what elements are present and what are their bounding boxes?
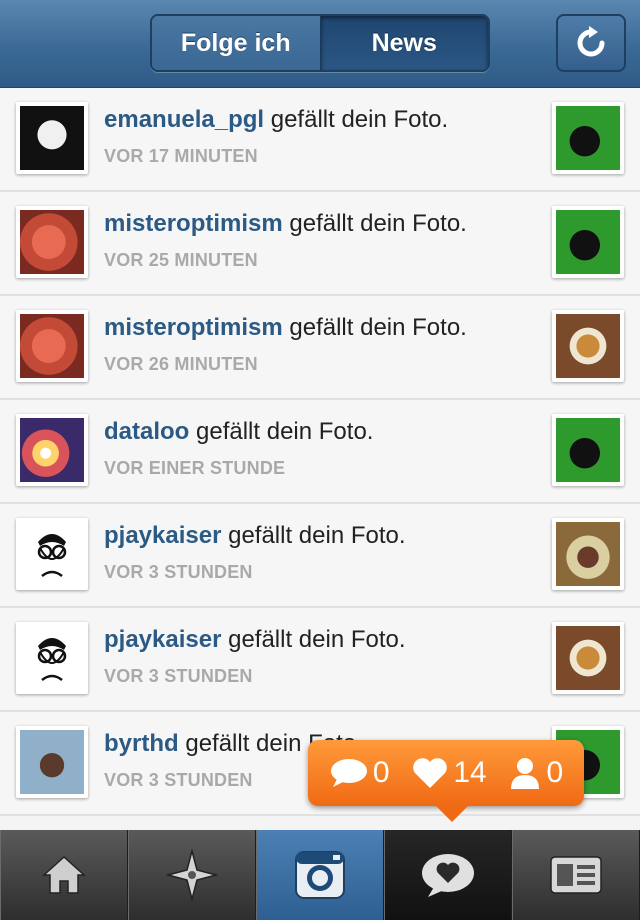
activity-feed: emanuela_pgl gefällt dein Foto. VOR 17 M… (0, 88, 640, 816)
comment-count: 0 (329, 756, 390, 790)
avatar[interactable] (16, 518, 88, 590)
follower-count: 0 (508, 756, 563, 790)
tab-news[interactable] (384, 830, 512, 920)
activity-text: dataloo gefällt dein Foto. (104, 418, 374, 445)
timestamp: VOR 3 STUNDEN (104, 666, 253, 686)
list-item[interactable]: emanuela_pgl gefällt dein Foto. VOR 17 M… (0, 88, 640, 192)
pjk-logo-avatar (20, 522, 84, 586)
avatar[interactable] (16, 102, 88, 174)
profile-card-icon (550, 856, 602, 894)
refresh-icon (577, 26, 605, 57)
like-count: 14 (411, 756, 487, 790)
list-item[interactable]: dataloo gefällt dein Foto. VOR EINER STU… (0, 400, 640, 504)
username-link[interactable]: pjaykaiser (104, 522, 221, 549)
avatar[interactable] (16, 622, 88, 694)
timestamp: VOR 17 MINUTEN (104, 146, 258, 166)
list-item[interactable]: misteroptimism gefällt dein Foto. VOR 25… (0, 192, 640, 296)
activity-text: pjaykaiser gefällt dein Foto. (104, 522, 406, 549)
avatar[interactable] (16, 310, 88, 382)
pjk-logo-avatar (20, 626, 84, 690)
photo-thumbnail[interactable] (552, 310, 624, 382)
bottom-tab-bar (0, 830, 640, 920)
avatar[interactable] (16, 726, 88, 798)
activity-text: emanuela_pgl gefällt dein Foto. (104, 106, 449, 133)
avatar[interactable] (16, 414, 88, 486)
tab-news[interactable]: News (319, 16, 488, 70)
tab-home[interactable] (0, 830, 128, 920)
timestamp: VOR 3 STUNDEN (104, 562, 253, 582)
timestamp: VOR 25 MINUTEN (104, 250, 258, 270)
timestamp: VOR 26 MINUTEN (104, 354, 258, 374)
list-item[interactable]: misteroptimism gefällt dein Foto. VOR 26… (0, 296, 640, 400)
avatar[interactable] (16, 206, 88, 278)
username-link[interactable]: dataloo (104, 418, 189, 445)
explore-icon (166, 849, 218, 901)
username-link[interactable]: byrthd (104, 730, 179, 757)
timestamp: VOR 3 STUNDEN (104, 770, 253, 790)
news-heart-icon (422, 854, 474, 897)
comment-icon (330, 759, 367, 787)
heart-icon (413, 758, 448, 788)
photo-thumbnail[interactable] (552, 518, 624, 590)
username-link[interactable]: pjaykaiser (104, 626, 221, 653)
activity-text: misteroptimism gefällt dein Foto. (104, 210, 467, 237)
person-icon (511, 758, 540, 789)
segmented-control: Folge ich News (150, 14, 490, 72)
tab-profile[interactable] (512, 830, 640, 920)
photo-thumbnail[interactable] (552, 414, 624, 486)
activity-text: misteroptimism gefällt dein Foto. (104, 314, 467, 341)
photo-thumbnail[interactable] (552, 206, 624, 278)
username-link[interactable]: misteroptimism (104, 210, 283, 237)
refresh-button[interactable] (556, 14, 626, 72)
top-navigation-bar: Folge ich News (0, 0, 640, 88)
tab-following[interactable]: Folge ich (152, 16, 320, 70)
camera-icon (295, 851, 345, 899)
username-link[interactable]: misteroptimism (104, 314, 283, 341)
activity-text: pjaykaiser gefällt dein Foto. (104, 626, 406, 653)
photo-thumbnail[interactable] (552, 622, 624, 694)
home-icon (42, 855, 86, 894)
tab-explore[interactable] (128, 830, 256, 920)
username-link[interactable]: emanuela_pgl (104, 106, 264, 133)
notification-badge[interactable]: 0 14 0 (308, 740, 584, 822)
list-item[interactable]: pjaykaiser gefällt dein Foto. VOR 3 STUN… (0, 504, 640, 608)
tab-camera[interactable] (256, 830, 384, 920)
timestamp: VOR EINER STUNDE (104, 458, 286, 478)
photo-thumbnail[interactable] (552, 102, 624, 174)
list-item[interactable]: pjaykaiser gefällt dein Foto. VOR 3 STUN… (0, 608, 640, 712)
